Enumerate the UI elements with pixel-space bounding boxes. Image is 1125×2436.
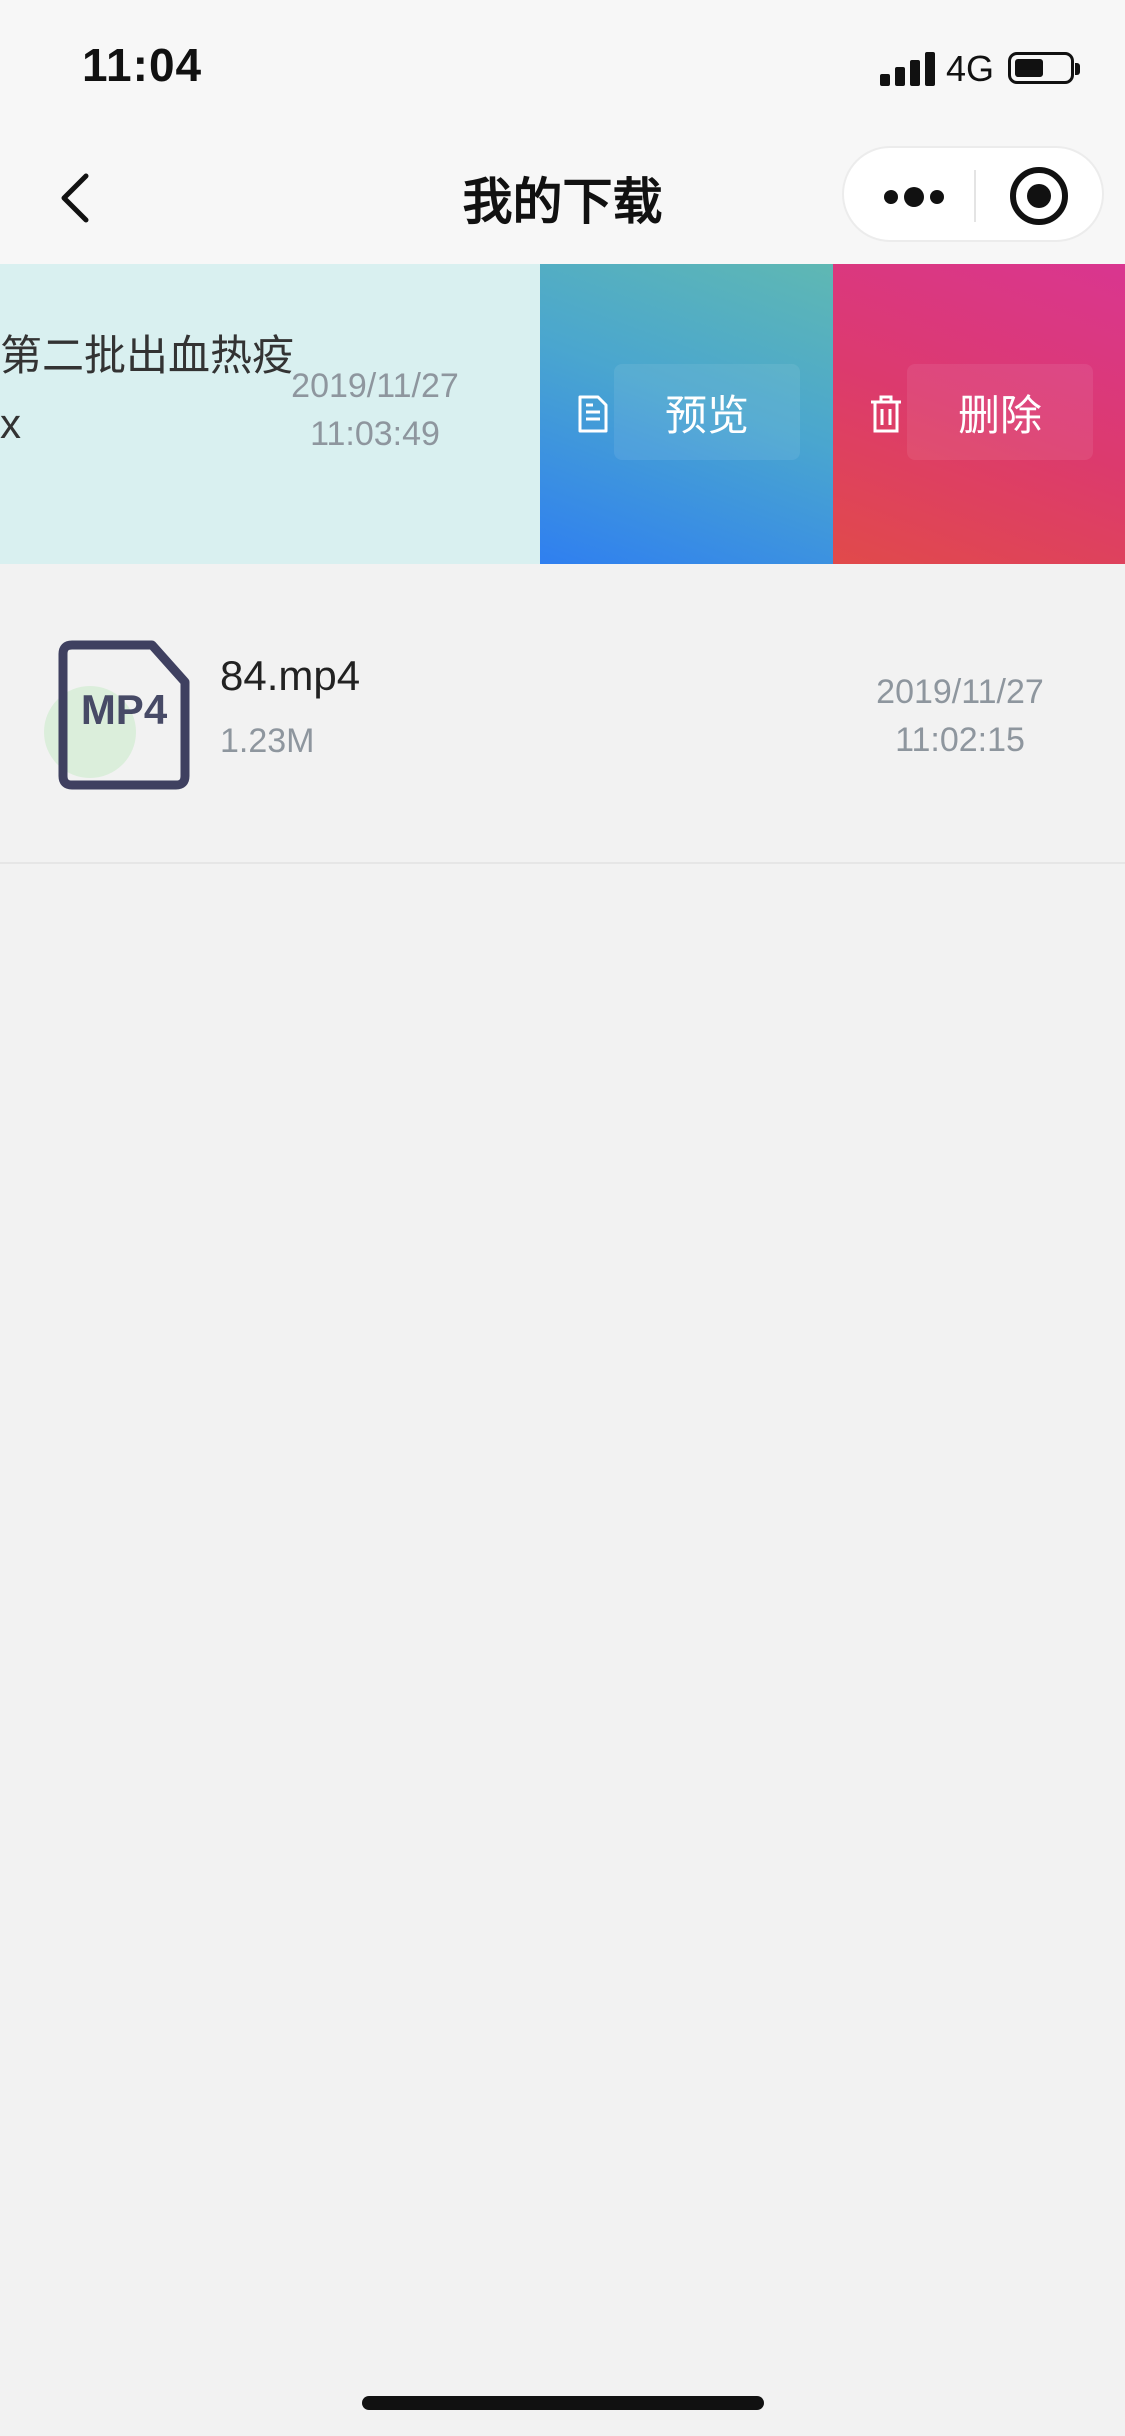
delete-label: 删除 [957,392,1042,439]
file-name: 84.mp4 [220,652,361,699]
status-bar: 11:04 4G [0,0,1125,130]
status-time: 11:04 [82,39,203,91]
download-datetime: 2019/11/27 11:03:49 [270,362,480,458]
signal-icon [880,52,936,86]
list-item[interactable]: 第二批出血热疫 x 2019/11/27 11:03:49 预览 删除 [0,264,1125,564]
home-indicator [362,2396,764,2410]
target-close-icon [1027,184,1051,208]
mini-program-capsule [842,146,1104,242]
download-date: 2019/11/27 [291,367,459,405]
download-item-content[interactable]: 第二批出血热疫 x 2019/11/27 11:03:49 [0,264,540,564]
capsule-divider [974,170,976,222]
list-item[interactable]: MP4 84.mp4 1.23M 2019/11/27 11:02:15 [0,564,1125,864]
file-size: 1.23M [220,722,315,760]
preview-label: 预览 [664,392,749,439]
close-button[interactable] [1010,167,1068,225]
download-datetime: 2019/11/27 11:02:15 [850,668,1070,764]
document-icon [578,395,608,433]
download-date: 2019/11/27 [876,673,1044,711]
delete-button[interactable]: 删除 [833,264,1125,564]
nav-bar: 我的下载 [0,130,1125,265]
network-type: 4G [946,48,995,89]
more-dots-icon [884,190,898,204]
trash-icon [871,395,901,433]
mp4-file-icon: MP4 [44,640,190,790]
more-button[interactable] [864,168,964,224]
download-time: 11:03:49 [310,415,440,453]
file-type-label: MP4 [80,686,168,733]
preview-button[interactable]: 预览 [540,264,833,564]
download-time: 11:02:15 [895,721,1025,759]
battery-icon [1008,52,1080,84]
